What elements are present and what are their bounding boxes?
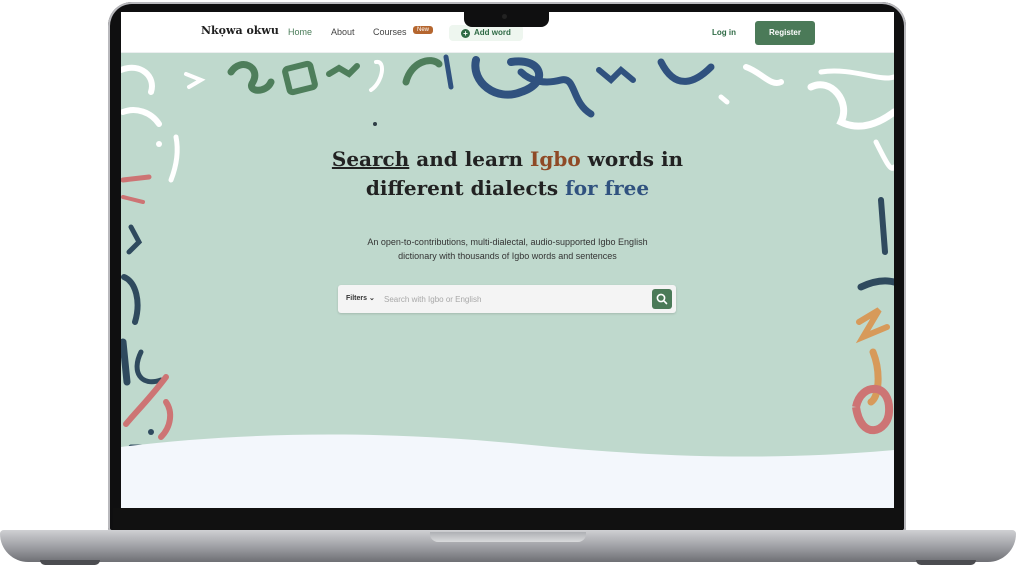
nav-courses[interactable]: Courses [373,27,407,37]
search-input[interactable] [384,290,644,308]
nav-about[interactable]: About [331,27,355,37]
filters-dropdown[interactable]: Filters ⌄ [346,294,375,302]
add-word-button[interactable]: + Add word [449,25,523,41]
add-word-label: Add word [474,28,511,37]
laptop-foot [40,560,100,565]
register-button[interactable]: Register [755,21,815,45]
hero-subtitle: An open-to-contributions, multi-dialecta… [121,235,894,263]
chevron-down-icon: ⌄ [369,295,375,302]
login-link[interactable]: Log in [712,28,736,37]
nav-home[interactable]: Home [288,27,312,37]
screen: Nkọwa okwu Home About Courses New + Add w… [121,12,894,508]
hero-headline: Search and learn Igbo words in different… [121,145,894,203]
headline-text: and learn [409,147,531,171]
subtitle-line: dictionary with thousands of Igbo words … [398,251,617,261]
headline-free-text: for free [565,176,650,200]
headline-text: different dialects [365,176,566,200]
headline-search-word: Search [331,147,410,171]
subtitle-line: An open-to-contributions, multi-dialecta… [367,237,648,247]
laptop-hinge-notch [430,532,586,542]
new-badge: New [413,26,434,34]
laptop-chin [113,508,903,530]
site-logo[interactable]: Nkọwa okwu [201,24,279,37]
search-button[interactable] [652,289,672,309]
search-icon [656,293,668,305]
camera-notch [464,10,549,27]
plus-icon: + [461,29,470,38]
camera-icon [502,14,507,19]
laptop-mockup: Nkọwa okwu Home About Courses New + Add w… [0,0,1016,572]
headline-igbo-word: Igbo [530,147,581,171]
filters-label: Filters [346,295,368,302]
hero-section: Search and learn Igbo words in different… [121,52,894,508]
laptop-foot [916,560,976,565]
headline-text: words in [580,147,684,171]
search-bar: Filters ⌄ [338,285,676,313]
hero-wave-divider [121,434,894,508]
